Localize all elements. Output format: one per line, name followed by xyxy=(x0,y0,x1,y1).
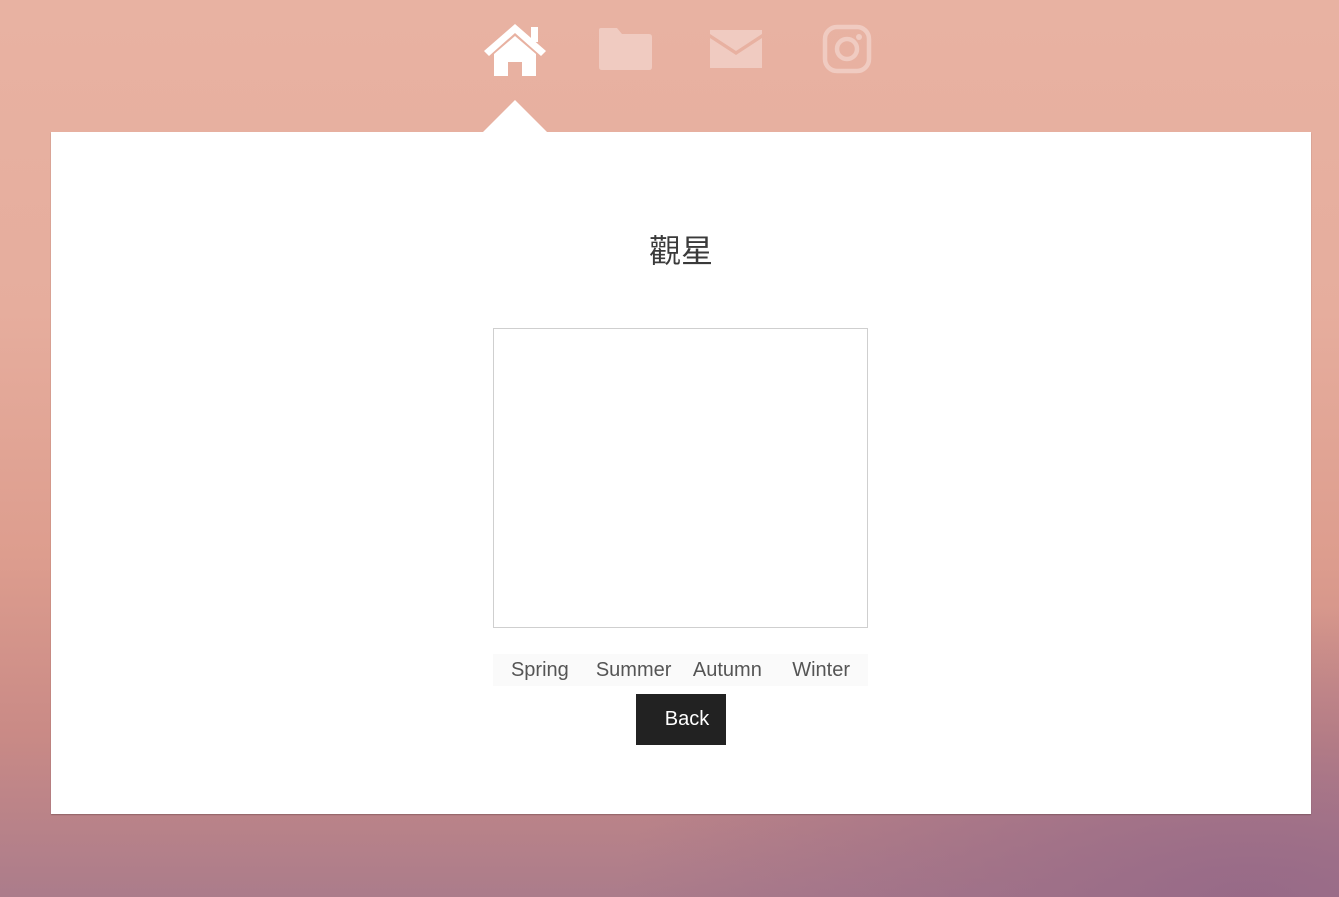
nav-home[interactable] xyxy=(480,18,550,80)
content-panel: 觀星 Spring Summer Autumn Winter Back xyxy=(51,132,1311,814)
top-nav xyxy=(0,0,1339,100)
season-tabs: Spring Summer Autumn Winter xyxy=(493,654,868,686)
page-title: 觀星 xyxy=(648,232,713,270)
image-viewer xyxy=(493,328,868,628)
folder-icon xyxy=(599,28,652,70)
tab-spring[interactable]: Spring xyxy=(493,654,587,686)
nav-instagram[interactable] xyxy=(812,18,882,80)
tab-summer[interactable]: Summer xyxy=(586,654,681,686)
nav-mail[interactable] xyxy=(701,18,771,80)
active-nav-pointer xyxy=(483,100,547,132)
mail-icon xyxy=(710,30,762,68)
instagram-icon xyxy=(822,24,872,74)
home-icon xyxy=(484,24,546,76)
nav-folder[interactable] xyxy=(590,18,660,80)
tab-winter[interactable]: Winter xyxy=(774,654,868,686)
tab-autumn[interactable]: Autumn xyxy=(680,654,775,686)
back-button[interactable]: Back xyxy=(636,694,726,745)
